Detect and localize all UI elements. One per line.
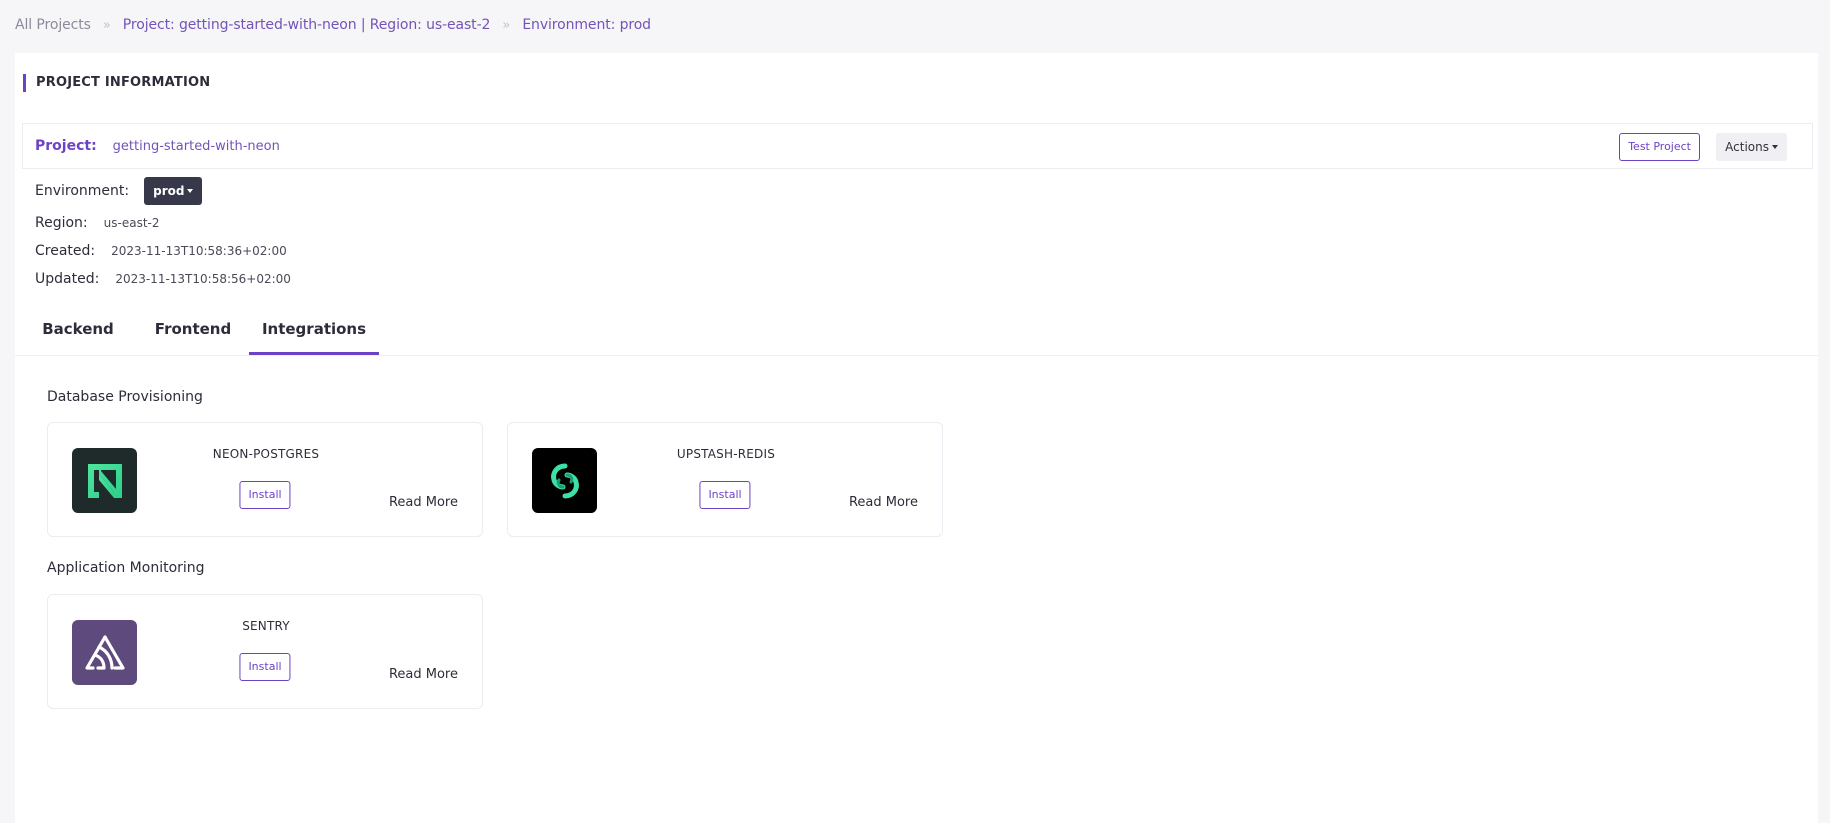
group-title-database-provisioning: Database Provisioning [47, 389, 203, 405]
breadcrumb-environment[interactable]: Environment: prod [522, 17, 651, 33]
updated-value: 2023-11-13T10:58:56+02:00 [115, 272, 291, 286]
project-information-card: PROJECT INFORMATION Project: getting-sta… [15, 53, 1818, 823]
updated-row: Updated: 2023-11-13T10:58:56+02:00 [35, 271, 291, 287]
install-button[interactable]: Install [699, 481, 751, 509]
tab-integrations[interactable]: Integrations [249, 311, 379, 355]
created-row: Created: 2023-11-13T10:58:36+02:00 [35, 243, 287, 259]
created-value: 2023-11-13T10:58:36+02:00 [111, 244, 287, 258]
tab-frontend[interactable]: Frontend [138, 311, 248, 355]
group-title-application-monitoring: Application Monitoring [47, 560, 205, 576]
integration-name: SENTRY [242, 619, 290, 633]
read-more-link[interactable]: Read More [389, 495, 458, 510]
environment-label: Environment: [35, 183, 130, 199]
updated-label: Updated: [35, 271, 100, 287]
created-label: Created: [35, 243, 96, 259]
integration-card-upstash-redis: UPSTASH-REDIS Install Read More [507, 422, 943, 537]
environment-value: prod [153, 184, 185, 198]
region-label: Region: [35, 215, 88, 231]
project-name: getting-started-with-neon [112, 138, 280, 154]
test-project-button[interactable]: Test Project [1619, 133, 1700, 161]
breadcrumb-project[interactable]: Project: getting-started-with-neon | Reg… [123, 17, 491, 33]
caret-down-icon [1772, 145, 1778, 149]
integration-card-sentry: SENTRY Install Read More [47, 594, 483, 709]
region-value: us-east-2 [103, 216, 160, 230]
read-more-link[interactable]: Read More [389, 667, 458, 682]
tab-backend[interactable]: Backend [23, 311, 133, 355]
project-label: Project: [35, 138, 97, 154]
install-button[interactable]: Install [239, 481, 291, 509]
breadcrumb-separator: » [502, 17, 511, 33]
environment-dropdown[interactable]: prod [144, 177, 203, 205]
environment-row: Environment: prod [35, 177, 203, 205]
integration-name: UPSTASH-REDIS [676, 447, 776, 461]
project-bar: Project: getting-started-with-neon Test … [22, 123, 1813, 169]
install-button[interactable]: Install [239, 653, 291, 681]
integration-name: NEON-POSTGRES [212, 447, 320, 461]
tab-bar: Backend Frontend Integrations [15, 311, 1818, 356]
region-row: Region: us-east-2 [35, 215, 160, 231]
caret-down-icon [187, 189, 194, 193]
breadcrumb-separator: » [102, 17, 111, 33]
integration-card-neon-postgres: NEON-POSTGRES Install Read More [47, 422, 483, 537]
breadcrumb-all-projects[interactable]: All Projects [15, 17, 91, 33]
actions-dropdown-button[interactable]: Actions [1716, 133, 1787, 161]
breadcrumb: All Projects » Project: getting-started-… [15, 17, 651, 33]
actions-label: Actions [1725, 140, 1769, 154]
section-title: PROJECT INFORMATION [23, 74, 210, 92]
read-more-link[interactable]: Read More [849, 495, 918, 510]
